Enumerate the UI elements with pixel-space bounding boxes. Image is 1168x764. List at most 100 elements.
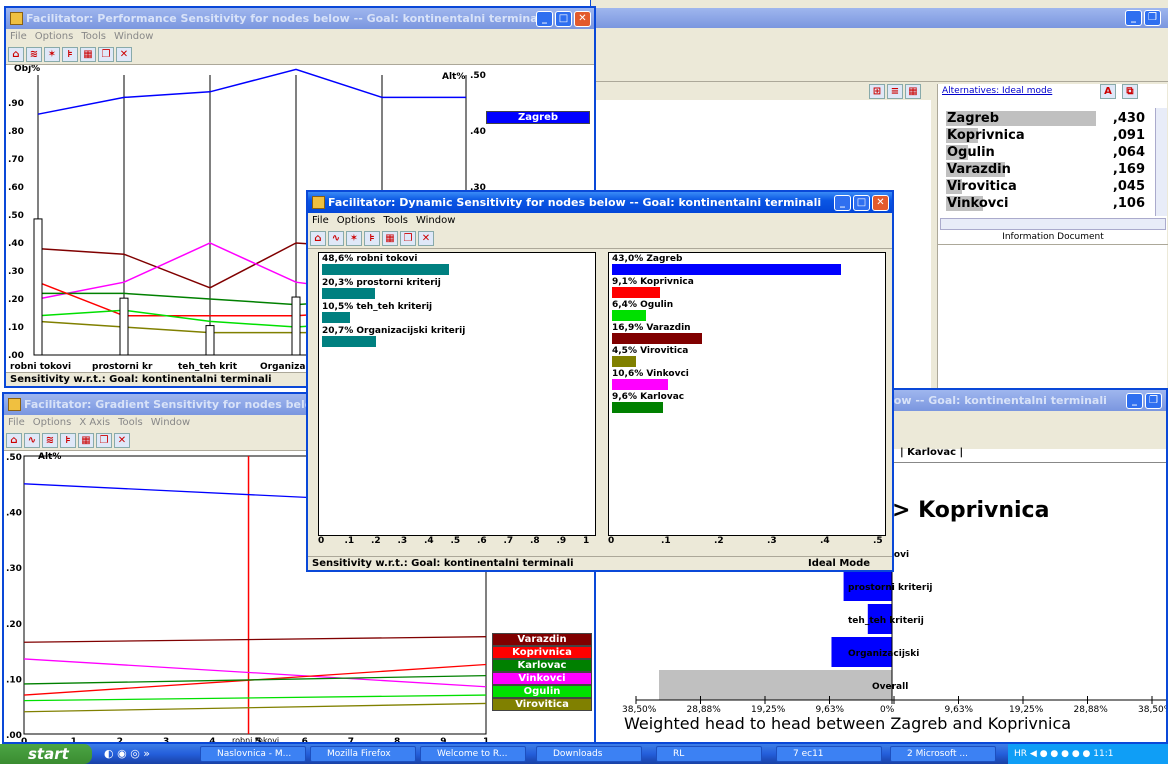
dyn-close-button[interactable]: ✕ xyxy=(872,195,889,211)
dyn-minimize-button[interactable]: _ xyxy=(834,195,851,211)
graph-icon[interactable]: ≋ xyxy=(26,47,42,62)
tree-icon[interactable]: ⊧ xyxy=(62,47,78,62)
alternative-label: 6,4% Ogulin xyxy=(612,300,674,310)
alternative-bar xyxy=(612,333,702,344)
objective-x-tick: .6 xyxy=(477,536,487,546)
x-tick-label: 1 xyxy=(483,737,489,744)
objective-x-tick: .1 xyxy=(344,536,355,546)
alternative-row[interactable]: Varazdin ,169 xyxy=(946,161,1145,178)
home-icon[interactable]: ⌂ xyxy=(6,433,22,448)
gradient-series-line xyxy=(23,636,487,643)
taskbar-item[interactable]: 7 ec11 xyxy=(776,746,882,762)
h2h-restore-button[interactable]: ❐ xyxy=(1145,393,1162,409)
home-icon[interactable]: ⌂ xyxy=(310,231,326,246)
y-tick-label: .20 xyxy=(6,620,22,630)
taskbar-item[interactable]: Naslovnica - M... xyxy=(200,746,306,762)
main-restore-button[interactable]: ❐ xyxy=(1144,10,1161,26)
alternative-row[interactable]: Zagreb ,430 xyxy=(946,110,1145,127)
alternatives-scrollbar[interactable] xyxy=(1155,108,1167,216)
taskbar-item[interactable]: Downloads xyxy=(536,746,642,762)
alternative-name: Varazdin xyxy=(947,162,1011,177)
alternative-row[interactable]: Koprivnica ,091 xyxy=(946,127,1145,144)
perf-legend-zagreb: Zagreb xyxy=(486,111,590,124)
language-indicator[interactable]: HR xyxy=(1014,749,1027,759)
grid-icon[interactable]: ▦ xyxy=(382,231,398,246)
list-view-icon[interactable]: ≡ xyxy=(887,84,903,99)
taskbar-item[interactable]: 2 Microsoft ... xyxy=(890,746,996,762)
menu-item-options[interactable]: Options xyxy=(33,417,72,428)
perf-title: Facilitator: Performance Sensitivity for… xyxy=(26,12,546,25)
close-icon[interactable]: ✕ xyxy=(418,231,434,246)
y-tick-label: .50 xyxy=(8,211,24,221)
h2h-bar xyxy=(659,670,892,700)
sensitivity-icon[interactable]: ✶ xyxy=(44,47,60,62)
tree-view-icon[interactable]: ⊞ xyxy=(869,84,885,99)
font-icon[interactable]: A xyxy=(1100,84,1116,99)
copy-icon[interactable]: ⧉ xyxy=(1122,84,1138,99)
tree-icon[interactable]: ⊧ xyxy=(364,231,380,246)
menu-item-options[interactable]: Options xyxy=(337,215,376,226)
perf-close-button[interactable]: ✕ xyxy=(574,11,591,27)
alternative-row[interactable]: Ogulin ,064 xyxy=(946,144,1145,161)
tree-icon[interactable]: ⊧ xyxy=(60,433,76,448)
x-tick-label: .7 xyxy=(344,737,354,744)
alternative-label: 43,0% Zagreb xyxy=(612,254,683,264)
menu-item-file[interactable]: File xyxy=(312,215,329,226)
dyn-maximize-button[interactable]: □ xyxy=(853,195,870,211)
taskbar-item[interactable]: Welcome to R... xyxy=(420,746,526,762)
sensitivity-icon[interactable]: ✶ xyxy=(346,231,362,246)
x-tick-label: .4 xyxy=(206,737,216,744)
app-icon xyxy=(312,196,325,209)
menu-item-tools[interactable]: Tools xyxy=(383,215,408,226)
taskbar: start ◐ ◉ ◎ » Naslovnica - M... Mozilla F… xyxy=(0,744,1168,764)
perf-minimize-button[interactable]: _ xyxy=(536,11,553,27)
perf-toolbar: ⌂ ≋ ✶ ⊧ ▦ ❐ ✕ xyxy=(6,45,594,65)
alternatives-hscrollbar[interactable] xyxy=(940,218,1166,230)
objective-x-tick: 1 xyxy=(583,536,590,546)
graph-icon[interactable]: ≋ xyxy=(42,433,58,448)
alternative-row[interactable]: Virovitica ,045 xyxy=(946,178,1145,195)
perf-maximize-button[interactable]: □ xyxy=(555,11,572,27)
h2h-minimize-button[interactable]: _ xyxy=(1126,393,1143,409)
y-tick-label: .30 xyxy=(6,564,22,574)
objective-weight-bar xyxy=(205,325,215,356)
close-icon[interactable]: ✕ xyxy=(114,433,130,448)
menu-item-window[interactable]: Window xyxy=(114,31,153,42)
window-icon[interactable]: ❐ xyxy=(98,47,114,62)
chart-icon[interactable]: ∿ xyxy=(24,433,40,448)
objective-x-tick: .8 xyxy=(530,536,540,546)
menu-item-x-axis[interactable]: X Axis xyxy=(79,417,110,428)
menu-item-file[interactable]: File xyxy=(8,417,25,428)
alternative-row[interactable]: Vinkovci ,106 xyxy=(946,195,1145,212)
window-icon[interactable]: ❐ xyxy=(96,433,112,448)
grid-icon[interactable]: ▦ xyxy=(78,433,94,448)
taskbar-item[interactable]: Mozilla Firefox xyxy=(310,746,416,762)
menu-item-tools[interactable]: Tools xyxy=(118,417,143,428)
taskbar-item[interactable]: RL xyxy=(656,746,762,762)
window-icon[interactable]: ❐ xyxy=(400,231,416,246)
information-document-area xyxy=(938,244,1168,390)
menu-item-window[interactable]: Window xyxy=(416,215,455,226)
y-tick-label: .40 xyxy=(6,509,22,519)
grad-legend-item: Karlovac xyxy=(492,659,592,672)
grid-icon[interactable]: ▦ xyxy=(80,47,96,62)
menu-item-tools[interactable]: Tools xyxy=(81,31,106,42)
h2h-tab[interactable]: | Karlovac | xyxy=(900,447,963,458)
main-minimize-button[interactable]: _ xyxy=(1125,10,1142,26)
objective-weight-bar xyxy=(33,218,43,356)
alternative-name: Vinkovci xyxy=(947,196,1009,211)
quick-launch: ◐ ◉ ◎ » xyxy=(104,747,151,760)
menu-item-file[interactable]: File xyxy=(10,31,27,42)
close-icon[interactable]: ✕ xyxy=(116,47,132,62)
menu-item-window[interactable]: Window xyxy=(151,417,190,428)
chart-view-icon[interactable]: ▦ xyxy=(905,84,921,99)
alternatives-link[interactable]: Alternatives: Ideal mode xyxy=(942,86,1052,96)
menu-item-options[interactable]: Options xyxy=(35,31,74,42)
dyn-title: Facilitator: Dynamic Sensitivity for nod… xyxy=(328,196,822,209)
system-tray: HR ◀ ● ● ● ● ● 11:1 xyxy=(1008,744,1168,764)
start-button[interactable]: start xyxy=(0,744,92,764)
chart-icon[interactable]: ∿ xyxy=(328,231,344,246)
perf-menu: File Options Tools Window xyxy=(6,29,594,45)
alternative-value: ,169 xyxy=(1112,162,1145,177)
home-icon[interactable]: ⌂ xyxy=(8,47,24,62)
